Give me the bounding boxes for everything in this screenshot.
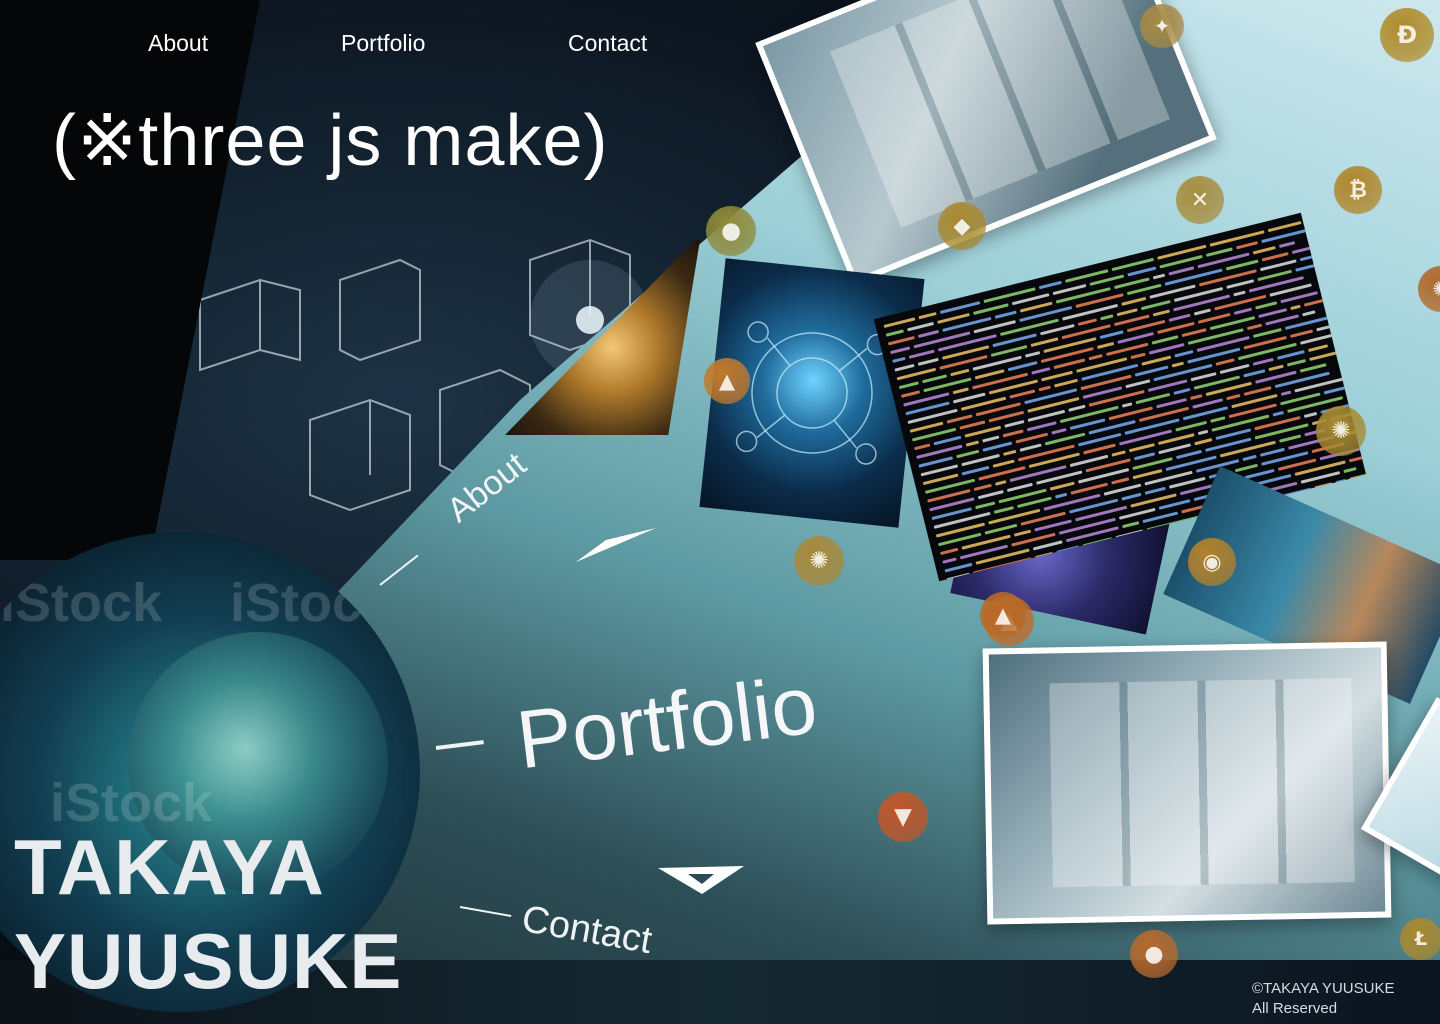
nav-contact-link[interactable]: Contact	[568, 30, 647, 57]
arrow-coin-icon: ▲	[704, 358, 750, 404]
stellar-coin-icon: ✦	[1140, 4, 1184, 48]
ethereum-icon: ◆	[938, 202, 986, 250]
cardano-coin-icon: ✺	[794, 536, 844, 586]
tron-coin-icon: ▼	[878, 792, 928, 842]
generic-coin-icon: ●	[706, 206, 756, 256]
hero-headline: (※three js make)	[52, 98, 608, 182]
laptop-screen-photo-bottom	[983, 641, 1392, 924]
shiba-coin-icon: ◉	[1188, 538, 1236, 586]
rights-text: All Reserved	[1252, 999, 1395, 1019]
owner-name-line2: YUUSUKE	[14, 914, 402, 1008]
avalanche-coin-icon: ▲	[980, 592, 1026, 638]
pointer-arrow-icon	[658, 864, 748, 896]
watermark-text: iStock	[230, 572, 392, 634]
cosmos-coin-icon: ✺	[1316, 406, 1366, 456]
ripple-coin-icon: ✕	[1176, 176, 1224, 224]
dogecoin-icon: Ð	[1380, 8, 1434, 62]
owner-name-line1: TAKAYA	[14, 820, 402, 914]
pointer-arrow-icon	[576, 526, 660, 566]
footer-copyright: ©TAKAYA YUUSUKE All Reserved	[1252, 979, 1395, 1019]
owner-name: TAKAYA YUUSUKE	[14, 820, 402, 1008]
edge-coin-icon: ●	[1130, 930, 1178, 978]
copyright-text: ©TAKAYA YUUSUKE	[1252, 979, 1395, 999]
watermark-text: iStock	[0, 572, 162, 634]
litecoin-icon: Ł	[1400, 918, 1440, 960]
bitcoin-icon: ₿	[1334, 166, 1382, 214]
nav-portfolio-link[interactable]: Portfolio	[341, 30, 425, 57]
nav-about-link[interactable]: About	[148, 30, 208, 57]
